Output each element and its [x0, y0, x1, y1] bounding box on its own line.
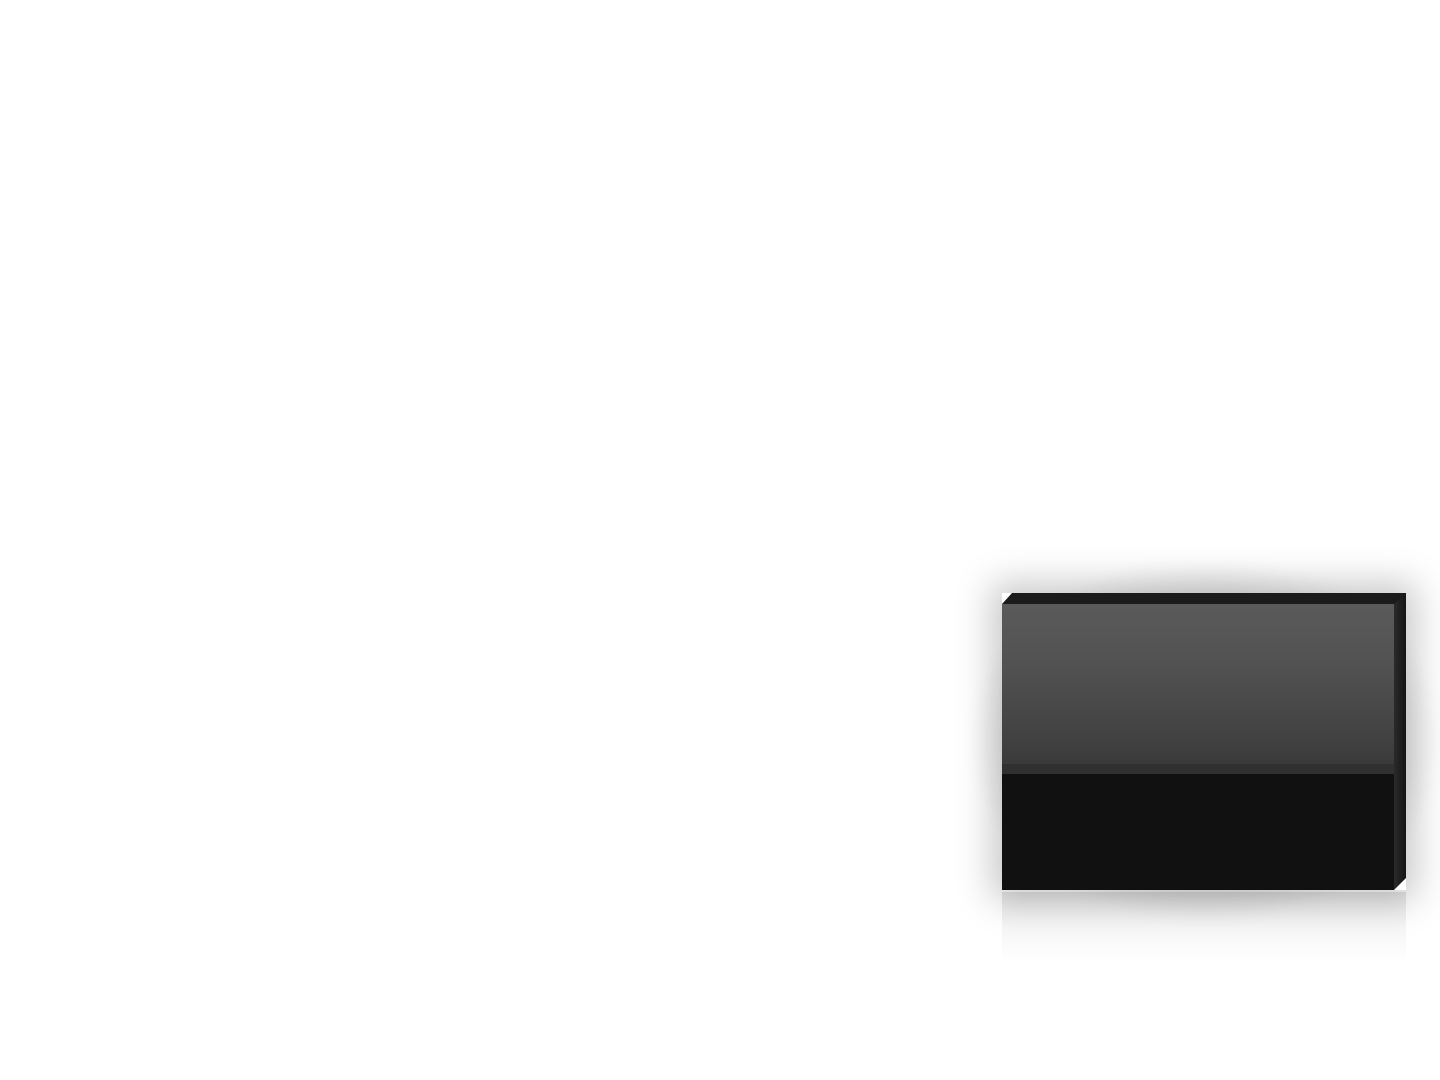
- panel-top-bevel: [1002, 593, 1406, 604]
- dark-panel-shape[interactable]: [1002, 593, 1406, 890]
- panel-gloss-divider: [1002, 764, 1394, 774]
- panel-right-bevel: [1394, 593, 1406, 890]
- panel-body: [1002, 774, 1394, 890]
- panel-gloss-highlight: [1002, 604, 1394, 774]
- slide-canvas: [0, 0, 1440, 1080]
- panel-face: [1002, 604, 1394, 890]
- panel-reflection: [1002, 892, 1406, 962]
